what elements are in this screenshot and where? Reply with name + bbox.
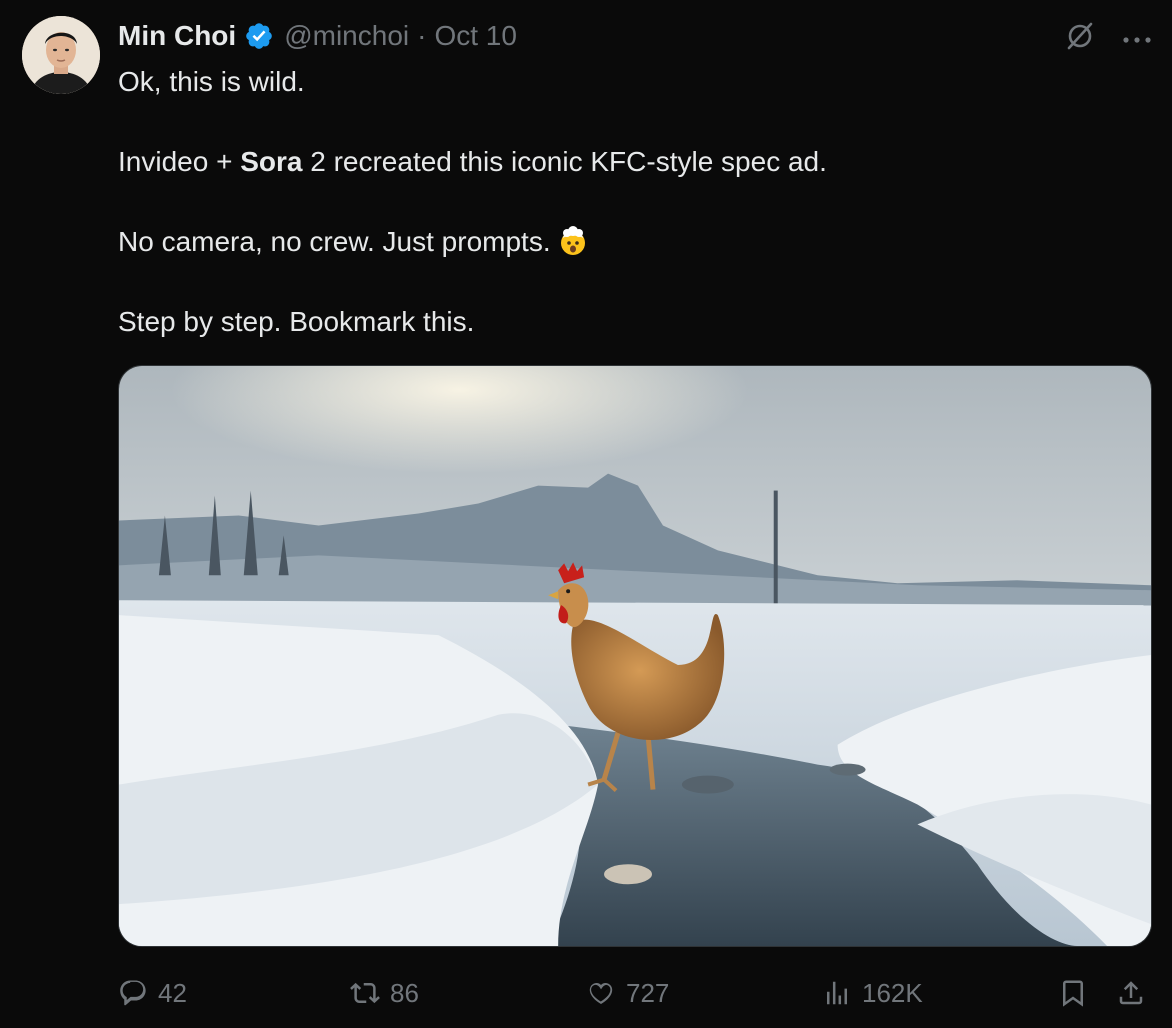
grok-icon[interactable]	[1064, 20, 1096, 52]
tweet-text: Ok, this is wild. Invideo + Sora 2 recre…	[118, 62, 1138, 342]
share-icon	[1119, 981, 1143, 1005]
repost-icon	[350, 982, 380, 1004]
views-icon	[827, 981, 847, 1005]
chicken-snow-scene-image	[119, 366, 1151, 946]
exploding-head-emoji-icon	[557, 225, 589, 257]
verified-badge-icon[interactable]	[244, 21, 274, 51]
tweet-line-2: Invideo + Sora 2 recreated this iconic K…	[118, 146, 827, 177]
like-button[interactable]: 727	[586, 970, 669, 1016]
bookmark-button[interactable]	[1058, 970, 1088, 1016]
tweet-action-bar: 42 86 727 162K	[118, 970, 1158, 1016]
reply-count: 42	[158, 977, 187, 1008]
separator-dot: ·	[417, 20, 427, 51]
tweet-top-actions	[1064, 20, 1152, 52]
heart-icon	[589, 982, 613, 1004]
like-count: 727	[626, 977, 670, 1008]
author-name[interactable]: Min Choi	[118, 20, 236, 52]
avatar[interactable]	[22, 16, 100, 94]
reply-button[interactable]: 42	[118, 970, 187, 1016]
tweet-date[interactable]: Oct 10	[434, 20, 516, 52]
tweet-line-4: Step by step. Bookmark this.	[118, 306, 475, 337]
video-thumbnail[interactable]	[118, 365, 1152, 947]
tweet-line-3: No camera, no crew. Just prompts.	[118, 222, 1138, 262]
tweet-header: Min Choi @minchoi · Oct 10	[118, 16, 517, 56]
repost-button[interactable]: 86	[350, 970, 419, 1016]
reply-icon	[120, 980, 146, 1006]
sora-bold: Sora	[240, 146, 303, 177]
tweet-line-1: Ok, this is wild.	[118, 66, 305, 97]
bookmark-icon	[1063, 980, 1083, 1007]
views-count: 162K	[862, 977, 923, 1008]
repost-count: 86	[390, 977, 419, 1008]
share-button[interactable]	[1116, 970, 1146, 1016]
views-button[interactable]: 162K	[822, 970, 923, 1016]
more-icon[interactable]	[1122, 23, 1152, 49]
author-handle[interactable]: @minchoi	[284, 20, 409, 52]
